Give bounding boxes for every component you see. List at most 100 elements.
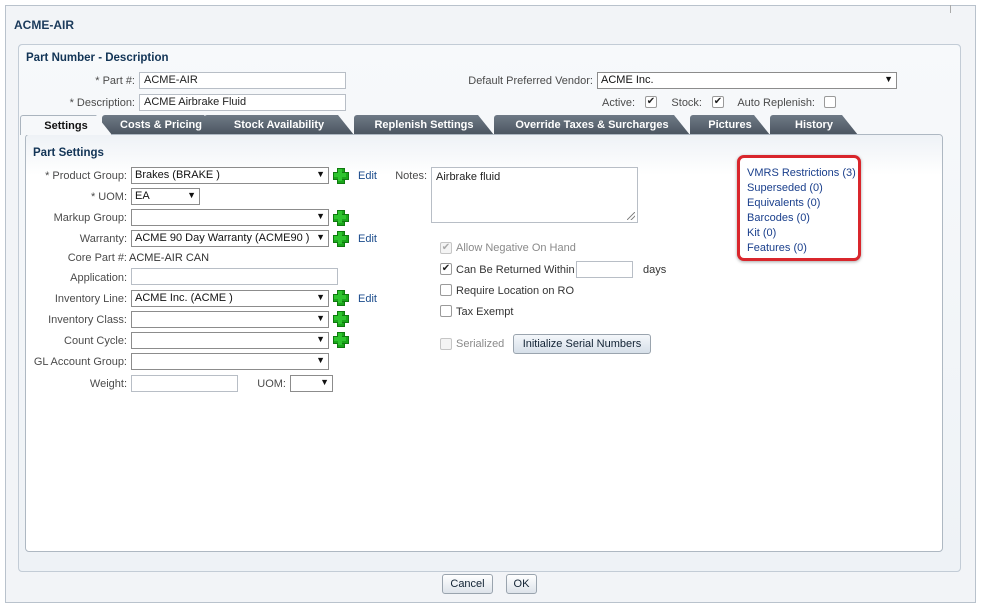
days-label: days [643, 264, 667, 276]
allow-negative-label: Allow Negative On Hand [456, 242, 576, 254]
description-input[interactable]: ACME Airbrake Fluid [139, 94, 346, 111]
cancel-button[interactable]: Cancel [442, 574, 493, 594]
add-inventory-class-icon[interactable] [333, 311, 349, 327]
kit-link[interactable]: Kit (0) [747, 227, 776, 239]
add-markup-group-icon[interactable] [333, 210, 349, 226]
stock-checkbox[interactable]: ✔ [712, 96, 724, 108]
chevron-down-icon: ▼ [316, 334, 325, 344]
application-input[interactable] [131, 268, 338, 285]
require-location-checkbox[interactable] [440, 284, 452, 296]
return-days-input[interactable] [576, 261, 633, 278]
can-be-returned-label: Can Be Returned Within [456, 264, 575, 276]
tab-label: Pictures [708, 119, 752, 131]
warranty-value: ACME 90 Day Warranty (ACME90 ) [135, 232, 310, 244]
inventory-class-label: Inventory Class: [48, 314, 127, 326]
notes-label: Notes: [395, 170, 427, 182]
initialize-serial-numbers-button[interactable]: Initialize Serial Numbers [513, 334, 651, 354]
check-icon: ✔ [441, 263, 451, 274]
serialized-label: Serialized [456, 338, 505, 350]
tab-stock-availability[interactable]: Stock Availability [204, 115, 354, 135]
description-label: * Description: [69, 97, 135, 109]
check-icon: ✔ [441, 242, 451, 253]
chevron-down-icon: ▼ [316, 313, 325, 323]
warranty-label: Warranty: [79, 233, 127, 245]
dialog-title: ACME-AIR [14, 18, 74, 32]
ok-button[interactable]: OK [506, 574, 537, 594]
superseded-link[interactable]: Superseded (0) [747, 182, 823, 194]
features-link[interactable]: Features (0) [747, 242, 807, 254]
warranty-select[interactable]: ACME 90 Day Warranty (ACME90 ) ▼ [131, 230, 329, 247]
gl-account-group-select[interactable]: ▼ [131, 353, 329, 370]
count-cycle-select[interactable]: ▼ [131, 332, 329, 349]
vendor-select[interactable]: ACME Inc. ▼ [597, 72, 897, 89]
tab-label: Replenish Settings [374, 119, 474, 131]
markup-group-label: Markup Group: [53, 212, 127, 224]
vendor-label: Default Preferred Vendor: [468, 75, 593, 87]
chevron-down-icon: ▼ [316, 292, 325, 302]
weight-uom-select[interactable]: ▼ [290, 375, 333, 392]
part-settings-title: Part Settings [33, 147, 104, 159]
inventory-class-select[interactable]: ▼ [131, 311, 329, 328]
chevron-down-icon: ▼ [187, 190, 196, 200]
add-product-group-icon[interactable] [333, 168, 349, 184]
count-cycle-label: Count Cycle: [64, 335, 127, 347]
tax-exempt-label: Tax Exempt [456, 306, 514, 318]
serialized-checkbox[interactable] [440, 338, 452, 350]
tab-label: History [795, 119, 833, 131]
tab-replenish-settings[interactable]: Replenish Settings [354, 115, 494, 135]
allow-negative-checkbox[interactable]: ✔ [440, 242, 452, 254]
uom-value: EA [135, 190, 150, 202]
gl-account-group-label: GL Account Group: [33, 356, 127, 368]
tab-costs-pricing[interactable]: Costs & Pricing [102, 115, 220, 135]
inventory-line-select[interactable]: ACME Inc. (ACME ) ▼ [131, 290, 329, 307]
chevron-down-icon: ▼ [316, 211, 325, 221]
tab-label: Override Taxes & Surcharges [515, 119, 669, 131]
chevron-down-icon: ▼ [316, 169, 325, 179]
edit-warranty-link[interactable]: Edit [358, 233, 377, 245]
tab-settings[interactable]: Settings [20, 115, 112, 135]
active-label: Active: [601, 97, 635, 109]
barcodes-link[interactable]: Barcodes (0) [747, 212, 810, 224]
weight-input[interactable] [131, 375, 238, 392]
uom-label: * UOM: [90, 191, 127, 203]
auto-replenish-label: Auto Replenish: [737, 97, 815, 109]
markup-group-select[interactable]: ▼ [131, 209, 329, 226]
inventory-line-label: Inventory Line: [54, 293, 127, 305]
tab-override-taxes[interactable]: Override Taxes & Surcharges [494, 115, 690, 135]
require-location-label: Require Location on RO [456, 285, 575, 297]
equivalents-link[interactable]: Equivalents (0) [747, 197, 820, 209]
add-inventory-line-icon[interactable] [333, 290, 349, 306]
stock-label: Stock: [671, 97, 702, 109]
auto-replenish-checkbox[interactable] [824, 96, 836, 108]
edit-product-group-link[interactable]: Edit [358, 170, 377, 182]
part-section-title: Part Number - Description [26, 52, 169, 64]
can-be-returned-checkbox[interactable]: ✔ [440, 263, 452, 275]
weight-uom-label: UOM: [257, 378, 286, 390]
part-number-label: * Part #: [95, 75, 135, 87]
window-edge-mark [950, 5, 951, 13]
notes-textarea[interactable]: Airbrake fluid [431, 167, 638, 223]
check-icon: ✔ [713, 96, 723, 107]
weight-label: Weight: [89, 378, 127, 390]
chevron-down-icon: ▼ [316, 232, 325, 242]
add-count-cycle-icon[interactable] [333, 332, 349, 348]
product-group-label: * Product Group: [45, 170, 127, 182]
product-group-select[interactable]: Brakes (BRAKE ) ▼ [131, 167, 329, 184]
core-part-value: ACME-AIR CAN [129, 252, 210, 264]
uom-select[interactable]: EA ▼ [131, 188, 200, 205]
inventory-line-value: ACME Inc. (ACME ) [135, 292, 233, 304]
check-icon: ✔ [646, 96, 656, 107]
add-warranty-icon[interactable] [333, 231, 349, 247]
notes-value: Airbrake fluid [436, 171, 501, 183]
edit-inventory-line-link[interactable]: Edit [358, 293, 377, 305]
chevron-down-icon: ▼ [884, 74, 893, 84]
tax-exempt-checkbox[interactable] [440, 305, 452, 317]
resize-grip-icon[interactable] [627, 212, 635, 220]
application-label: Application: [70, 272, 127, 284]
core-part-label: Core Part #: [67, 252, 127, 264]
part-number-input[interactable]: ACME-AIR [139, 72, 346, 89]
tab-label: Stock Availability [233, 119, 325, 131]
active-checkbox[interactable]: ✔ [645, 96, 657, 108]
product-group-value: Brakes (BRAKE ) [135, 169, 220, 181]
vmrs-restrictions-link[interactable]: VMRS Restrictions (3) [747, 167, 856, 179]
